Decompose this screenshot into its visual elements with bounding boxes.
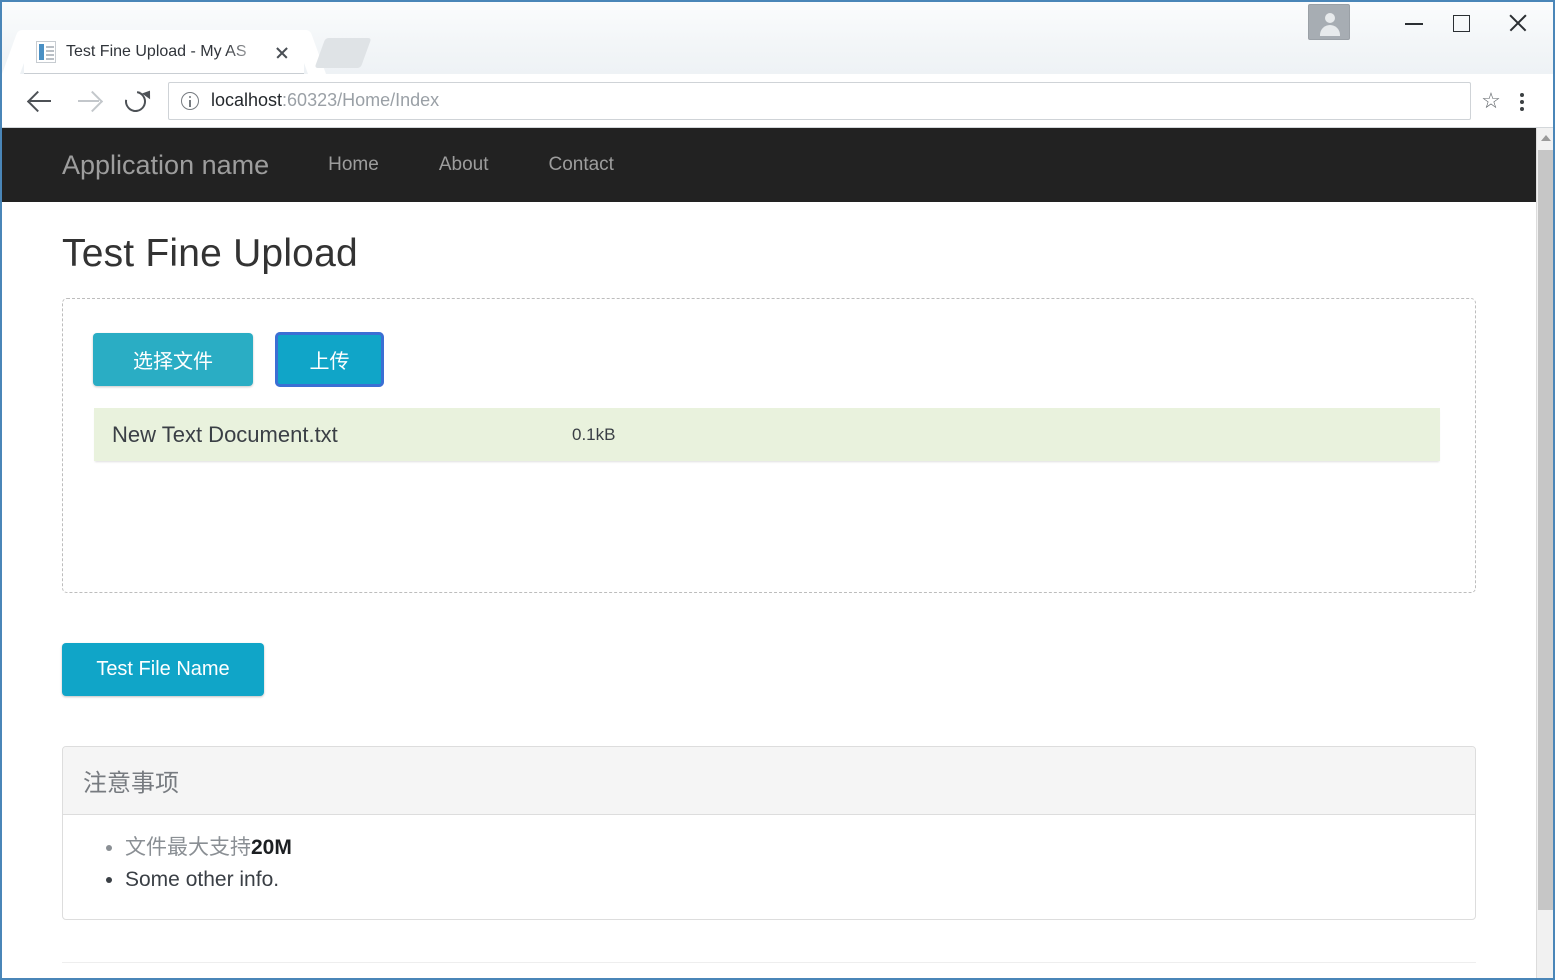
- browser-titlebar: Test Fine Upload - My AS: [2, 2, 1553, 74]
- site-info-icon[interactable]: [181, 91, 199, 110]
- url-path: :60323/Home/Index: [282, 90, 440, 110]
- bookmark-star-icon[interactable]: ☆: [1477, 89, 1505, 112]
- address-bar-url: localhost:60323/Home/Index: [211, 90, 439, 111]
- test-file-name-button[interactable]: Test File Name: [62, 643, 264, 696]
- nav-link-contact[interactable]: Contact: [533, 154, 628, 176]
- document-favicon: [36, 41, 56, 63]
- web-page: Application name Home About Contact Test…: [2, 128, 1536, 978]
- file-name: New Text Document.txt: [112, 421, 338, 447]
- notes-panel: 注意事项 文件最大支持20M Some other info.: [62, 746, 1476, 920]
- site-navbar: Application name Home About Contact: [2, 128, 1536, 202]
- reload-button[interactable]: [112, 81, 160, 121]
- window-controls: [1391, 2, 1553, 44]
- notes-panel-body: 文件最大支持20M Some other info.: [63, 815, 1475, 919]
- browser-window: Test Fine Upload - My AS localhost:60323…: [0, 0, 1555, 980]
- profile-avatar-icon[interactable]: [1308, 4, 1350, 40]
- forward-button[interactable]: [64, 81, 112, 121]
- maximize-button[interactable]: [1437, 2, 1483, 44]
- notes-panel-title: 注意事项: [83, 770, 179, 797]
- notes-panel-header: 注意事项: [63, 747, 1475, 815]
- page-scrollbar[interactable]: [1536, 128, 1553, 978]
- minimize-button[interactable]: [1391, 2, 1437, 44]
- file-dropzone[interactable]: 选择文件 上传 New Text Document.txt 0.1kB: [62, 298, 1476, 593]
- browser-tab[interactable]: Test Fine Upload - My AS: [24, 30, 304, 74]
- footer-divider: [62, 961, 1476, 963]
- page-content: Test Fine Upload 选择文件 上传 New Text Docume…: [2, 232, 1536, 963]
- note-emphasis: 20M: [251, 836, 292, 859]
- note-text: 文件最大支持: [125, 836, 251, 859]
- close-window-button[interactable]: [1483, 2, 1553, 44]
- upload-button[interactable]: 上传: [275, 332, 384, 387]
- browser-menu-icon[interactable]: [1505, 82, 1539, 120]
- new-tab-button[interactable]: [314, 38, 372, 68]
- page-title: Test Fine Upload: [62, 232, 358, 275]
- uploaded-file-row: New Text Document.txt 0.1kB: [94, 408, 1440, 461]
- scroll-up-arrow-icon[interactable]: [1541, 135, 1551, 141]
- list-item: 文件最大支持20M: [125, 833, 1455, 863]
- site-brand[interactable]: Application name: [62, 150, 269, 181]
- uploader-button-row: 选择文件 上传: [93, 332, 1445, 387]
- close-tab-icon[interactable]: [272, 42, 292, 62]
- select-file-button[interactable]: 选择文件: [93, 333, 253, 386]
- file-size: 0.1kB: [572, 424, 616, 444]
- list-item: Some other info.: [125, 865, 1455, 895]
- address-bar[interactable]: localhost:60323/Home/Index: [168, 81, 1471, 120]
- note-text: Some other info.: [125, 867, 280, 891]
- browser-viewport: Application name Home About Contact Test…: [2, 128, 1553, 978]
- scrollbar-thumb[interactable]: [1538, 150, 1553, 910]
- back-button[interactable]: [16, 81, 64, 121]
- browser-tab-title: Test Fine Upload - My AS: [66, 43, 247, 60]
- nav-link-about[interactable]: About: [424, 154, 504, 176]
- notes-list: 文件最大支持20M Some other info.: [83, 833, 1455, 895]
- browser-toolbar: localhost:60323/Home/Index ☆: [2, 74, 1553, 128]
- nav-link-home[interactable]: Home: [313, 154, 394, 176]
- url-host: localhost: [211, 90, 283, 110]
